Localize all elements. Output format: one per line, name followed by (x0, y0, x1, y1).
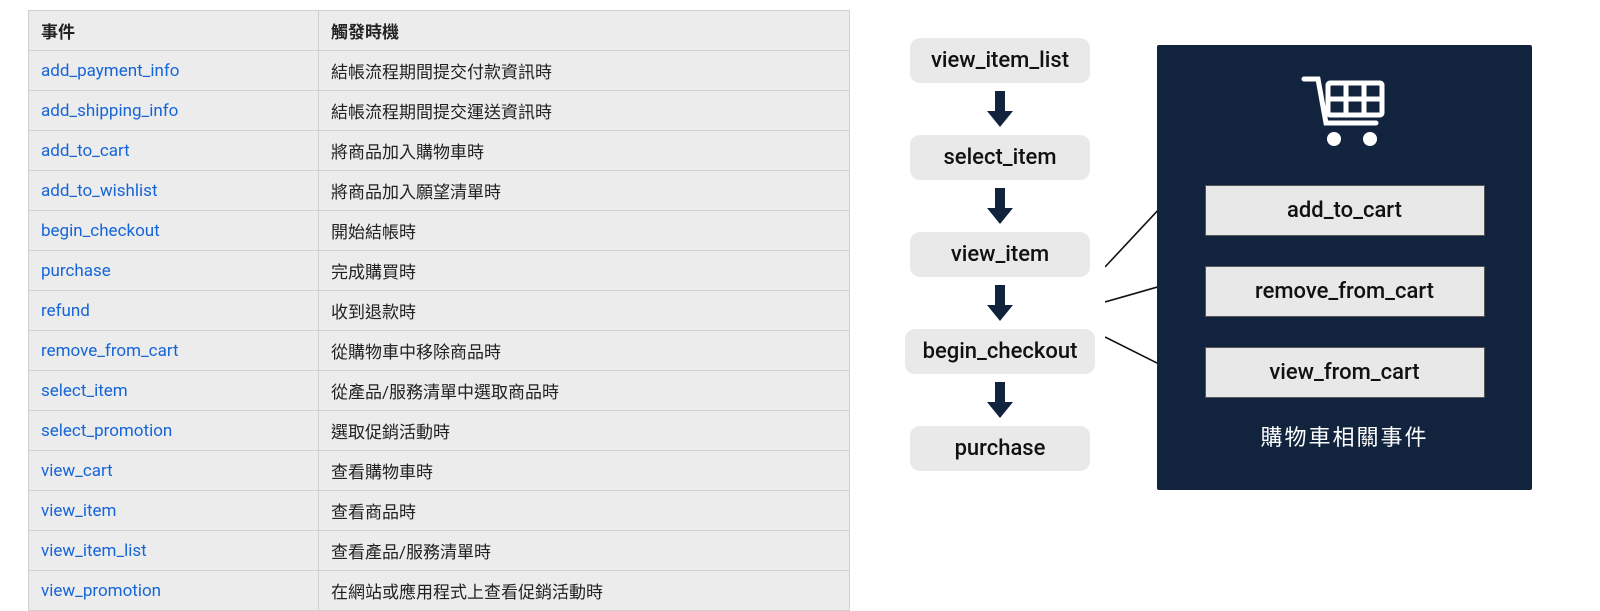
down-arrow-icon (983, 186, 1017, 226)
event-cell: remove_from_cart (29, 331, 319, 371)
event-link[interactable]: select_item (41, 381, 128, 401)
trigger-cell: 收到退款時 (319, 291, 850, 331)
event-link[interactable]: view_promotion (41, 581, 161, 601)
event-link[interactable]: view_item_list (41, 541, 147, 561)
event-cell: refund (29, 291, 319, 331)
trigger-cell: 查看產品/服務清單時 (319, 531, 850, 571)
event-cell: purchase (29, 251, 319, 291)
table-row: remove_from_cart 從購物車中移除商品時 (29, 331, 850, 371)
event-cell: add_shipping_info (29, 91, 319, 131)
table-row: select_item 從產品/服務清單中選取商品時 (29, 371, 850, 411)
event-cell: add_to_cart (29, 131, 319, 171)
flow-column: view_item_list select_item view_item begin_… (890, 38, 1110, 471)
table-row: view_item 查看商品時 (29, 491, 850, 531)
th-event: 事件 (29, 11, 319, 51)
down-arrow-icon (983, 283, 1017, 323)
trigger-cell: 將商品加入願望清單時 (319, 171, 850, 211)
table-row: view_promotion 在網站或應用程式上查看促銷活動時 (29, 571, 850, 611)
trigger-cell: 結帳流程期間提交付款資訊時 (319, 51, 850, 91)
event-link[interactable]: view_cart (41, 461, 113, 481)
shopping-cart-icon (1300, 73, 1390, 157)
page-layout: 事件 觸發時機 add_payment_info結帳流程期間提交付款資訊時add… (0, 0, 1600, 569)
events-table-wrap: 事件 觸發時機 add_payment_info結帳流程期間提交付款資訊時add… (0, 0, 850, 569)
events-table: 事件 觸發時機 add_payment_info結帳流程期間提交付款資訊時add… (28, 10, 850, 611)
th-trigger: 觸發時機 (319, 11, 850, 51)
table-row: add_to_wishlist 將商品加入願望清單時 (29, 171, 850, 211)
flow-step-purchase: purchase (910, 426, 1090, 471)
event-link[interactable]: remove_from_cart (41, 341, 179, 361)
flow-step-begin-checkout: begin_checkout (905, 329, 1096, 374)
flow-step-select-item: select_item (910, 135, 1090, 180)
event-link[interactable]: begin_checkout (41, 221, 160, 241)
event-cell: add_to_wishlist (29, 171, 319, 211)
table-row: view_item_list 查看產品/服務清單時 (29, 531, 850, 571)
table-row: add_to_cart 將商品加入購物車時 (29, 131, 850, 171)
trigger-cell: 從購物車中移除商品時 (319, 331, 850, 371)
table-row: purchase 完成購買時 (29, 251, 850, 291)
trigger-cell: 從產品/服務清單中選取商品時 (319, 371, 850, 411)
event-link[interactable]: add_to_wishlist (41, 181, 158, 201)
down-arrow-icon (983, 89, 1017, 129)
event-link[interactable]: add_to_cart (41, 141, 130, 161)
event-link[interactable]: add_shipping_info (41, 101, 178, 121)
cart-item-remove-from-cart: remove_from_cart (1205, 266, 1485, 317)
cart-item-add-to-cart: add_to_cart (1205, 185, 1485, 236)
event-cell: select_item (29, 371, 319, 411)
trigger-cell: 開始結帳時 (319, 211, 850, 251)
table-row: view_cart 查看購物車時 (29, 451, 850, 491)
event-cell: view_item (29, 491, 319, 531)
flow-step-view-item-list: view_item_list (910, 38, 1090, 83)
event-link[interactable]: select_promotion (41, 421, 172, 441)
cart-panel: add_to_cart remove_from_cart view_from_car… (1157, 45, 1532, 490)
event-link[interactable]: purchase (41, 261, 111, 281)
trigger-cell: 查看商品時 (319, 491, 850, 531)
flow-step-view-item: view_item (910, 232, 1090, 277)
table-row: add_shipping_info 結帳流程期間提交運送資訊時 (29, 91, 850, 131)
table-row: refund 收到退款時 (29, 291, 850, 331)
event-cell: add_payment_info (29, 51, 319, 91)
trigger-cell: 在網站或應用程式上查看促銷活動時 (319, 571, 850, 611)
trigger-cell: 將商品加入購物車時 (319, 131, 850, 171)
event-cell: begin_checkout (29, 211, 319, 251)
table-row: add_payment_info 結帳流程期間提交付款資訊時 (29, 51, 850, 91)
cart-item-view-from-cart: view_from_cart (1205, 347, 1485, 398)
trigger-cell: 查看購物車時 (319, 451, 850, 491)
event-link[interactable]: refund (41, 301, 90, 321)
event-cell: view_item_list (29, 531, 319, 571)
event-cell: view_promotion (29, 571, 319, 611)
event-cell: view_cart (29, 451, 319, 491)
flow-diagram: view_item_list select_item view_item begin_… (850, 0, 1600, 569)
event-link[interactable]: add_payment_info (41, 61, 179, 81)
trigger-cell: 選取促銷活動時 (319, 411, 850, 451)
trigger-cell: 結帳流程期間提交運送資訊時 (319, 91, 850, 131)
trigger-cell: 完成購買時 (319, 251, 850, 291)
table-header-row: 事件 觸發時機 (29, 11, 850, 51)
down-arrow-icon (983, 380, 1017, 420)
cart-panel-title: 購物車相關事件 (1260, 420, 1428, 452)
table-row: select_promotion 選取促銷活動時 (29, 411, 850, 451)
event-cell: select_promotion (29, 411, 319, 451)
table-row: begin_checkout 開始結帳時 (29, 211, 850, 251)
event-link[interactable]: view_item (41, 501, 116, 521)
